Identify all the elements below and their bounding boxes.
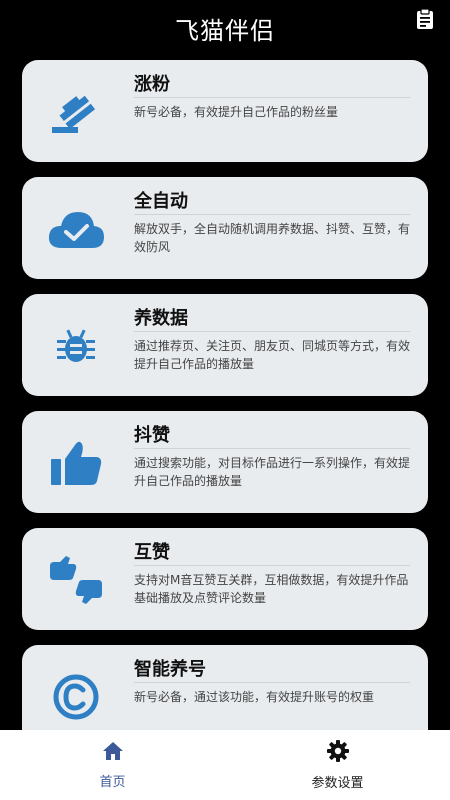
- divider: [134, 331, 410, 332]
- thumbs-up-icon: [46, 435, 106, 491]
- feature-card-smart[interactable]: 智能养号 新号必备，通过该功能，有效提升账号的权重: [22, 645, 428, 730]
- divider: [134, 97, 410, 98]
- feature-desc: 新号必备，通过该功能，有效提升账号的权重: [134, 690, 375, 704]
- divider: [134, 214, 410, 215]
- feature-card-auto[interactable]: 全自动 解放双手，全自动随机调用养数据、抖赞、互赞，有效防风: [22, 177, 428, 279]
- tab-label: 参数设置: [311, 775, 364, 791]
- divider: [134, 448, 410, 449]
- feature-desc: 新号必备，有效提升自己作品的粉丝量: [134, 105, 339, 119]
- app-root: 飞猫伴侣 涨粉 新号必备，有效提升自己作品的粉丝量 全自动 解放双手，全自动随机…: [0, 0, 450, 800]
- feature-title: 养数据: [134, 308, 188, 329]
- feature-title: 全自动: [134, 191, 188, 212]
- feature-title: 智能养号: [134, 659, 206, 680]
- feature-title: 涨粉: [134, 74, 170, 95]
- gear-icon: [326, 739, 349, 766]
- feature-desc: 通过搜索功能，对目标作品进行一系列操作，有效提升自己作品的播放量: [134, 456, 411, 488]
- cloud-check-icon: [46, 201, 106, 257]
- feature-desc: 通过推荐页、关注页、朋友页、同城页等方式，有效提升自己作品的播放量: [134, 339, 411, 371]
- feature-title: 抖赞: [134, 425, 170, 446]
- app-title: 飞猫伴侣: [175, 16, 275, 45]
- feature-list: 涨粉 新号必备，有效提升自己作品的粉丝量 全自动 解放双手，全自动随机调用养数据…: [0, 58, 450, 730]
- home-icon: [102, 741, 124, 765]
- app-header: 飞猫伴侣: [0, 0, 450, 56]
- feature-title: 互赞: [134, 542, 170, 563]
- gavel-icon: [46, 84, 106, 140]
- feature-card-mutual[interactable]: 互赞 支持对M音互赞互关群，互相做数据，有效提升作品基础播放及点赞评论数量: [22, 528, 428, 630]
- thumbs-up-down-icon: [46, 552, 106, 608]
- feature-card-fans[interactable]: 涨粉 新号必备，有效提升自己作品的粉丝量: [22, 60, 428, 162]
- divider: [134, 565, 410, 566]
- tab-label: 首页: [99, 774, 126, 790]
- feature-desc: 解放双手，全自动随机调用养数据、抖赞、互赞，有效防风: [134, 222, 411, 254]
- bug-icon: [46, 318, 106, 374]
- feature-desc: 支持对M音互赞互关群，互相做数据，有效提升作品基础播放及点赞评论数量: [134, 573, 409, 605]
- tab-home[interactable]: 首页: [0, 730, 225, 800]
- feature-card-like[interactable]: 抖赞 通过搜索功能，对目标作品进行一系列操作，有效提升自己作品的播放量: [22, 411, 428, 513]
- bottom-tab-bar: 首页 参数设置: [0, 730, 450, 800]
- clipboard-icon[interactable]: [414, 8, 436, 30]
- copyright-icon: [46, 669, 106, 725]
- divider: [134, 682, 410, 683]
- tab-settings[interactable]: 参数设置: [225, 730, 450, 800]
- feature-card-data[interactable]: 养数据 通过推荐页、关注页、朋友页、同城页等方式，有效提升自己作品的播放量: [22, 294, 428, 396]
